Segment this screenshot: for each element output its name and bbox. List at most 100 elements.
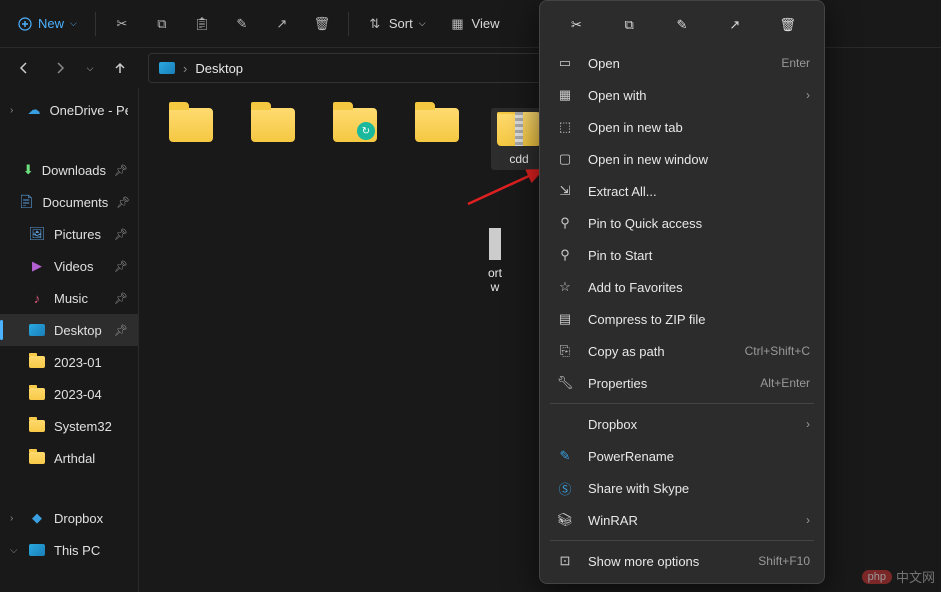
view-button[interactable]: ▦ View: [440, 6, 510, 42]
pin-icon: 📌︎: [114, 164, 128, 177]
delete-button[interactable]: 🗑︎: [304, 6, 340, 42]
download-icon: ⬇: [23, 162, 34, 178]
sidebar-item-folder[interactable]: System32: [0, 410, 138, 442]
rename-button[interactable]: ✎: [224, 6, 260, 42]
menu-open[interactable]: ▭OpenEnter: [540, 47, 824, 79]
sidebar-item-desktop[interactable]: Desktop📌︎: [0, 314, 138, 346]
sidebar-item-label: 2023-04: [54, 387, 102, 402]
forward-button[interactable]: [44, 52, 76, 84]
folder-item[interactable]: [409, 108, 465, 142]
open-icon: ▭: [556, 54, 574, 72]
menu-winrar[interactable]: 📚︎WinRAR›: [540, 504, 824, 536]
menu-dropbox[interactable]: Dropbox›: [540, 408, 824, 440]
menu-show-more[interactable]: ⊡Show more optionsShift+F10: [540, 545, 824, 577]
sidebar-item-folder[interactable]: Arthdal: [0, 442, 138, 474]
sidebar-item-folder[interactable]: 2023-04: [0, 378, 138, 410]
file-label: ort: [485, 266, 505, 280]
menu-powerrename[interactable]: ✎ PowerRename: [540, 440, 824, 472]
shortcut: Alt+Enter: [760, 376, 810, 390]
folder-item[interactable]: [163, 108, 219, 142]
chevron-right-icon: ›: [806, 513, 810, 527]
sidebar-item-videos[interactable]: ▶Videos📌︎: [0, 250, 138, 282]
desktop-icon: [29, 324, 45, 336]
share-button[interactable]: ↗: [717, 11, 753, 39]
rename-button[interactable]: ✎: [664, 11, 700, 39]
desktop-icon: [159, 62, 175, 74]
cut-button[interactable]: ✂: [558, 11, 594, 39]
powerrename-icon: ✎: [556, 447, 574, 465]
menu-extract-all[interactable]: ⇲Extract All...: [540, 175, 824, 207]
sidebar-item-documents[interactable]: 📄︎Documents📌︎: [0, 186, 138, 218]
folder-icon: [29, 452, 45, 464]
folder-icon: ↻: [333, 108, 377, 142]
menu-compress-zip[interactable]: ▤Compress to ZIP file: [540, 303, 824, 335]
context-menu: ✂ ⧉ ✎ ↗ 🗑︎ ▭OpenEnter ▦ Open with › ⬚Open …: [539, 0, 825, 584]
copy-icon: ⧉: [625, 17, 634, 33]
menu-label: Open with: [588, 88, 647, 103]
paste-button[interactable]: 📋︎: [184, 6, 220, 42]
folder-item[interactable]: ↻: [327, 108, 383, 142]
menu-label: Pin to Start: [588, 248, 652, 263]
menu-label: Pin to Quick access: [588, 216, 702, 231]
clipboard-icon: 📋︎: [194, 16, 210, 32]
menu-label: Properties: [588, 376, 647, 391]
sidebar-item-label: Videos: [54, 259, 94, 274]
copy-button[interactable]: ⧉: [611, 11, 647, 39]
open-with-icon: ▦: [556, 86, 574, 104]
share-icon: ↗: [274, 16, 290, 32]
breadcrumb-location[interactable]: Desktop: [195, 61, 243, 76]
music-icon: ♪: [34, 291, 41, 306]
arrow-right-icon: [53, 61, 67, 75]
menu-pin-quick[interactable]: ⚲ Pin to Quick access: [540, 207, 824, 239]
menu-label: PowerRename: [588, 449, 674, 464]
sidebar-item-label: Arthdal: [54, 451, 95, 466]
menu-pin-start[interactable]: ⚲Pin to Start: [540, 239, 824, 271]
sidebar-item-folder[interactable]: 2023-01: [0, 346, 138, 378]
skype-icon: Ⓢ: [556, 479, 574, 497]
separator: [550, 540, 814, 541]
up-button[interactable]: [104, 52, 136, 84]
cut-button[interactable]: ✂: [104, 6, 140, 42]
winrar-icon: 📚︎: [556, 511, 574, 529]
menu-copy-path[interactable]: ⎘Copy as pathCtrl+Shift+C: [540, 335, 824, 367]
back-button[interactable]: [8, 52, 40, 84]
menu-open-with[interactable]: ▦Open with›: [540, 79, 824, 111]
sort-label: Sort: [389, 16, 413, 31]
recent-button[interactable]: ⌵: [80, 52, 100, 84]
sidebar-item-onedrive[interactable]: › ☁ OneDrive - Pers: [0, 94, 138, 126]
sort-button[interactable]: ⇅ Sort ⌵: [357, 6, 436, 42]
share-button[interactable]: ↗: [264, 6, 300, 42]
sidebar-item-dropbox[interactable]: ›◆Dropbox: [0, 502, 138, 534]
scissors-icon: ✂: [571, 17, 582, 33]
chevron-down-icon: ⌵: [70, 18, 77, 29]
sidebar-item-music[interactable]: ♪ Music 📌︎: [0, 282, 138, 314]
shortcut: Ctrl+Shift+C: [745, 344, 810, 358]
chevron-right-icon: ›: [10, 513, 20, 524]
chevron-right-icon: ›: [806, 417, 810, 431]
menu-properties[interactable]: 🔧︎PropertiesAlt+Enter: [540, 367, 824, 399]
sidebar-item-thispc[interactable]: ⌵This PC: [0, 534, 138, 566]
menu-open-new-tab[interactable]: ⬚Open in new tab: [540, 111, 824, 143]
pin-icon: 📌︎: [114, 292, 128, 305]
chevron-down-icon: ⌵: [419, 18, 426, 29]
copy-button[interactable]: ⧉: [144, 6, 180, 42]
menu-open-new-window[interactable]: ▢Open in new window: [540, 143, 824, 175]
sidebar-item-label: Documents: [43, 195, 109, 210]
trash-icon: 🗑︎: [779, 17, 796, 33]
sidebar-item-label: 2023-01: [54, 355, 102, 370]
sidebar-item-pictures[interactable]: 🖼︎Pictures📌︎: [0, 218, 138, 250]
new-button[interactable]: New ⌵: [8, 6, 87, 42]
folder-icon: [415, 108, 459, 142]
zip-folder-icon: [497, 112, 541, 146]
delete-button[interactable]: 🗑︎: [770, 11, 806, 39]
context-quick-actions: ✂ ⧉ ✎ ↗ 🗑︎: [540, 7, 824, 47]
sidebar-item-downloads[interactable]: ⬇Downloads📌︎: [0, 154, 138, 186]
pin-icon: ⚲: [556, 214, 574, 232]
pin-icon: 📌︎: [114, 324, 128, 337]
menu-skype[interactable]: ⓈShare with Skype: [540, 472, 824, 504]
arrow-up-icon: [113, 61, 127, 75]
rename-icon: ✎: [677, 17, 688, 33]
folder-item[interactable]: [245, 108, 301, 142]
menu-add-favorites[interactable]: ☆Add to Favorites: [540, 271, 824, 303]
sidebar-item-label: Music: [54, 291, 88, 306]
